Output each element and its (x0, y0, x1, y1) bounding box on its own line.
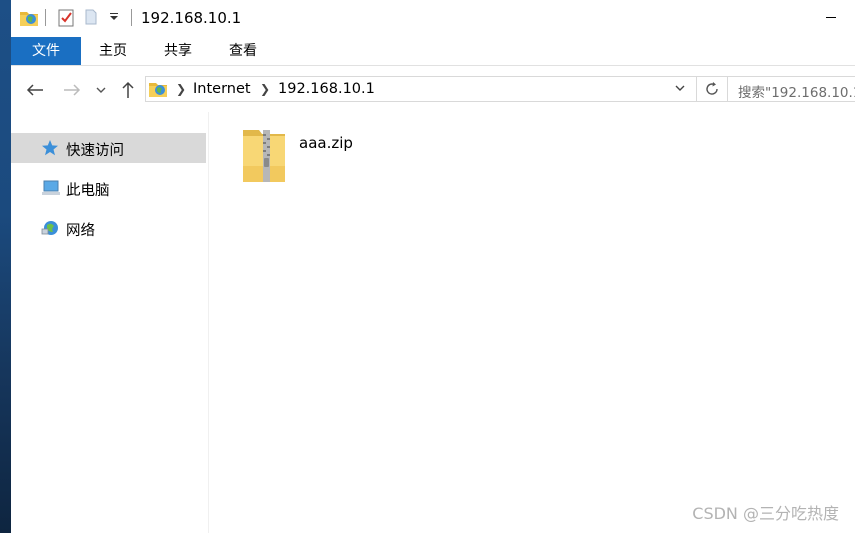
back-arrow-icon[interactable] (23, 76, 47, 104)
navigation-bar: ❯ Internet ❯ 192.168.10.1 搜索"192.168.10.… (11, 70, 855, 110)
properties-icon[interactable] (57, 8, 75, 28)
file-list: aaa.zip CSDN @三分吃热度 (209, 112, 855, 533)
window-title: 192.168.10.1 (141, 9, 242, 27)
watermark: CSDN @三分吃热度 (692, 504, 839, 523)
new-folder-icon[interactable] (84, 8, 98, 26)
sidebar-item-quick-access[interactable]: 快速访问 (11, 133, 206, 163)
ribbon-tabs: 文件 主页 共享 查看 (11, 37, 855, 65)
search-input[interactable]: 搜索"192.168.10.1" (727, 76, 855, 102)
quick-access-divider (45, 9, 46, 26)
breadcrumb-chevron-icon[interactable]: ❯ (260, 82, 270, 96)
tab-home[interactable]: 主页 (85, 37, 141, 65)
minimize-button[interactable] (809, 0, 855, 36)
sidebar-item-network[interactable]: 网络 (11, 213, 206, 243)
tab-view[interactable]: 查看 (215, 37, 271, 65)
file-name: aaa.zip (299, 134, 353, 152)
sidebar-item-label: 快速访问 (66, 143, 124, 159)
forward-arrow-icon[interactable] (60, 76, 84, 104)
breadcrumb-internet[interactable]: Internet (193, 81, 251, 97)
star-icon (41, 139, 59, 161)
file-item[interactable]: aaa.zip (241, 124, 371, 184)
ribbon-divider (11, 65, 855, 66)
sidebar-item-label: 网络 (66, 223, 95, 239)
tab-share[interactable]: 共享 (150, 37, 206, 65)
folder-app-icon (19, 8, 39, 28)
zip-folder-icon (241, 126, 287, 188)
address-bar[interactable]: ❯ Internet ❯ 192.168.10.1 (145, 76, 728, 102)
breadcrumb-chevron-icon[interactable]: ❯ (176, 82, 186, 96)
file-explorer-window: 192.168.10.1 文件 主页 共享 查看 ❯ Internet ❯ 19… (11, 0, 855, 533)
computer-icon (41, 179, 61, 201)
breadcrumb-current-folder[interactable]: 192.168.10.1 (278, 81, 375, 97)
title-divider (131, 9, 132, 26)
network-icon (41, 219, 61, 241)
address-history-chevron-icon[interactable] (674, 82, 686, 98)
tab-file[interactable]: 文件 (11, 37, 81, 65)
desktop-background (0, 0, 11, 533)
customize-quick-access-chevron-icon[interactable] (109, 12, 119, 22)
refresh-icon[interactable] (696, 77, 727, 101)
sidebar-item-this-pc[interactable]: 此电脑 (11, 173, 206, 203)
search-placeholder: 搜索"192.168.10.1" (738, 85, 855, 101)
sidebar-item-label: 此电脑 (66, 183, 110, 199)
title-bar: 192.168.10.1 (11, 0, 855, 36)
navigation-pane: 快速访问 此电脑 网络 (11, 112, 207, 533)
up-arrow-icon[interactable] (116, 76, 140, 104)
recent-locations-chevron-icon[interactable] (92, 76, 110, 104)
network-location-icon (148, 79, 168, 103)
